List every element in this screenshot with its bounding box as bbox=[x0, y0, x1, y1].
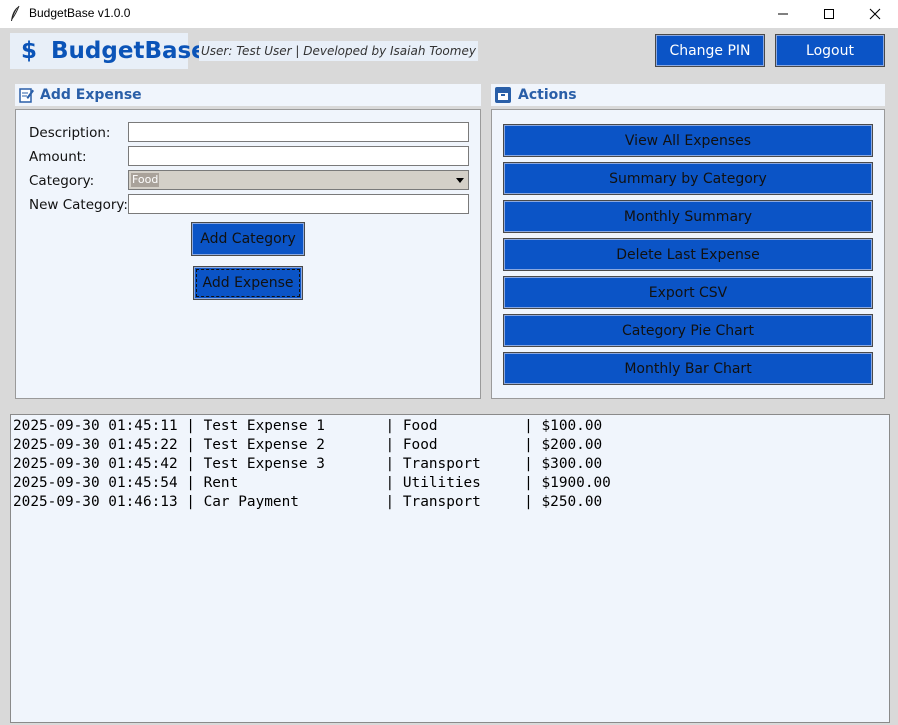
minimize-icon bbox=[778, 13, 788, 15]
add-expense-header: Add Expense bbox=[15, 84, 481, 106]
expense-row: 2025-09-30 01:45:22 | Test Expense 2 | F… bbox=[13, 437, 603, 453]
description-input[interactable] bbox=[128, 122, 469, 142]
user-info: User: Test User | Developed by Isaiah To… bbox=[199, 41, 478, 61]
view-all-expenses-button[interactable]: View All Expenses bbox=[503, 124, 873, 157]
description-label: Description: bbox=[29, 125, 111, 141]
dropdown-arrow-icon[interactable] bbox=[453, 172, 467, 188]
window-titlebar: BudgetBase v1.0.0 bbox=[0, 0, 898, 28]
delete-last-expense-button[interactable]: Delete Last Expense bbox=[503, 238, 873, 271]
expense-row: 2025-09-30 01:46:13 | Car Payment | Tran… bbox=[13, 494, 603, 510]
category-pie-chart-button[interactable]: Category Pie Chart bbox=[503, 314, 873, 347]
add-expense-button-label: Add Expense bbox=[202, 275, 294, 291]
add-category-button[interactable]: Add Category bbox=[191, 222, 305, 256]
new-category-input[interactable] bbox=[128, 194, 469, 214]
add-expense-title: Add Expense bbox=[40, 87, 142, 103]
summary-by-category-button[interactable]: Summary by Category bbox=[503, 162, 873, 195]
category-label: Category: bbox=[29, 173, 95, 189]
close-button[interactable] bbox=[852, 0, 898, 28]
actions-title: Actions bbox=[518, 87, 577, 103]
actions-header: Actions bbox=[491, 84, 885, 106]
expense-row: 2025-09-30 01:45:42 | Test Expense 3 | T… bbox=[13, 456, 603, 472]
dollar-icon: $ bbox=[21, 38, 38, 64]
category-select[interactable]: Food bbox=[128, 170, 469, 190]
monthly-summary-button[interactable]: Monthly Summary bbox=[503, 200, 873, 233]
close-icon bbox=[869, 8, 881, 20]
expense-row: 2025-09-30 01:45:11 | Test Expense 1 | F… bbox=[13, 418, 603, 434]
export-csv-button[interactable]: Export CSV bbox=[503, 276, 873, 309]
amount-label: Amount: bbox=[29, 149, 87, 165]
window-title: BudgetBase v1.0.0 bbox=[29, 6, 131, 20]
change-pin-button[interactable]: Change PIN bbox=[655, 34, 765, 67]
minimize-button[interactable] bbox=[760, 0, 806, 28]
edit-icon bbox=[19, 88, 34, 103]
maximize-icon bbox=[824, 9, 834, 19]
monthly-bar-chart-button[interactable]: Monthly Bar Chart bbox=[503, 352, 873, 385]
maximize-button[interactable] bbox=[806, 0, 852, 28]
add-expense-button[interactable]: Add Expense bbox=[193, 266, 303, 300]
logout-button[interactable]: Logout bbox=[775, 34, 885, 67]
amount-input[interactable] bbox=[128, 146, 469, 166]
brand-name: BudgetBase bbox=[51, 38, 207, 64]
brand-logo: $ BudgetBase bbox=[10, 33, 207, 69]
expense-row: 2025-09-30 01:45:54 | Rent | Utilities |… bbox=[13, 475, 611, 491]
feather-icon bbox=[11, 5, 20, 21]
new-category-label: New Category: bbox=[29, 197, 128, 213]
expense-output-text[interactable]: 2025-09-30 01:45:11 | Test Expense 1 | F… bbox=[10, 414, 890, 723]
category-selected-value: Food bbox=[131, 173, 160, 187]
archive-box-icon bbox=[495, 87, 511, 103]
